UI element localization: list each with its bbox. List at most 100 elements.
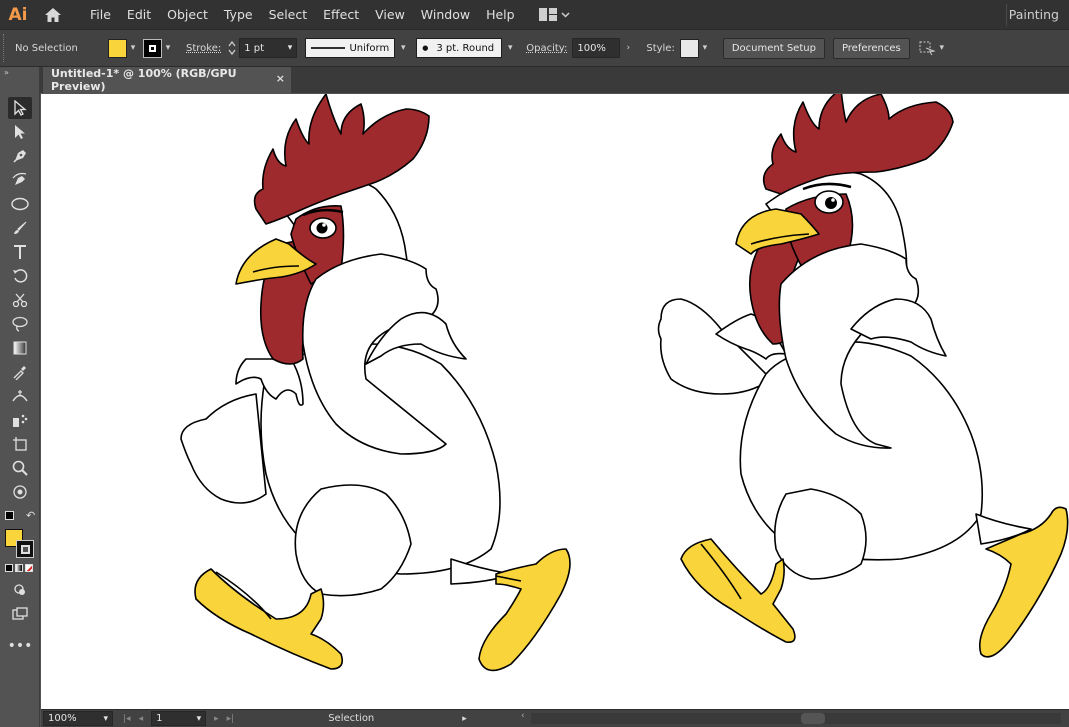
color-mode-icon[interactable] (5, 564, 13, 572)
stroke-dropdown[interactable]: ▾ (162, 43, 174, 53)
arrange-documents-button[interactable] (538, 8, 570, 21)
last-artboard-icon[interactable]: ▸| (227, 714, 235, 724)
close-tab-icon[interactable]: × (276, 72, 285, 85)
artboard-number: 1 (156, 713, 163, 724)
eyedropper-tool-icon[interactable] (8, 361, 32, 383)
brush-label: 3 pt. Round (436, 42, 495, 54)
workspace-switcher[interactable]: Painting (1009, 0, 1059, 29)
menu-type[interactable]: Type (216, 0, 261, 29)
fill-swatch[interactable] (108, 38, 127, 58)
horizontal-scrollbar[interactable]: ‹ (521, 711, 1061, 724)
width-tool-icon[interactable] (8, 385, 32, 407)
stroke-weight-value: 1 pt (244, 42, 265, 54)
rooster-left (180, 94, 571, 672)
stroke-weight-stepper-icon[interactable] (227, 39, 237, 57)
lasso-tool-icon[interactable] (8, 313, 32, 335)
stroke-swatch-inner (20, 544, 30, 554)
chevron-down-icon: ▾ (939, 43, 945, 53)
horizontal-scroll-thumb[interactable] (801, 713, 825, 724)
scroll-left-icon[interactable]: ‹ (521, 711, 525, 721)
pen-tool-icon[interactable] (8, 145, 32, 167)
menu-effect[interactable]: Effect (315, 0, 367, 29)
stroke-weight-field[interactable]: 1 pt ▾ (239, 38, 298, 58)
swap-colors-icon[interactable]: ↶ (26, 509, 35, 522)
left-rooster-thigh (294, 484, 412, 597)
left-rooster-eye-glint (322, 223, 326, 227)
opacity-value: 100% (577, 42, 606, 54)
rotate-tool-icon[interactable] (8, 265, 32, 287)
draw-mode-icon[interactable] (8, 579, 32, 601)
home-icon[interactable] (36, 0, 70, 29)
left-rooster-pupil (316, 222, 328, 234)
stroke-profile-chevron[interactable]: ▾ (397, 43, 409, 53)
menu-edit[interactable]: Edit (119, 0, 159, 29)
symbol-sprayer-tool-icon[interactable] (8, 409, 32, 431)
next-artboard-icon[interactable]: ▸ (214, 714, 219, 724)
menu-window[interactable]: Window (413, 0, 478, 29)
arrange-documents-icon (538, 8, 557, 21)
menu-select[interactable]: Select (261, 0, 316, 29)
menu-bar: Ai File Edit Object Type Select Effect V… (0, 0, 1069, 29)
chevron-down-icon: ▾ (196, 713, 202, 724)
right-rooster-pupil (825, 197, 837, 209)
align-options-button[interactable]: ▾ (918, 40, 948, 56)
preferences-button[interactable]: Preferences (832, 37, 910, 59)
panel-grip[interactable] (3, 34, 9, 62)
document-tab[interactable]: Untitled-1* @ 100% (RGB/GPU Preview) × (43, 67, 291, 93)
left-rooster-foot-back (478, 548, 571, 672)
left-rooster-back-wing (180, 393, 267, 504)
zoom-tool-icon[interactable] (8, 457, 32, 479)
status-menu-icon[interactable]: ▸ (462, 714, 467, 724)
document-tab-title: Untitled-1* @ 100% (RGB/GPU Preview) (51, 67, 237, 93)
curvature-tool-icon[interactable] (8, 169, 32, 191)
selection-status: No Selection (15, 42, 78, 54)
stroke-label[interactable]: Stroke: (186, 43, 221, 54)
type-tool-icon[interactable] (8, 241, 32, 263)
chevron-down-icon (561, 11, 570, 18)
brush-chevron[interactable]: ▾ (504, 43, 516, 53)
menu-help[interactable]: Help (478, 0, 523, 29)
app-logo: Ai (8, 4, 28, 25)
zoom-field[interactable]: 100% ▾ (43, 711, 113, 726)
live-paint-tool-icon[interactable] (8, 481, 32, 503)
menu-view[interactable]: View (367, 0, 413, 29)
more-tools-icon[interactable]: ••• (8, 635, 33, 657)
stroke-color-swatch[interactable] (16, 540, 34, 558)
rooster-right (657, 94, 1069, 658)
selection-tool-icon[interactable] (8, 97, 32, 119)
gradient-mode-icon[interactable] (15, 564, 23, 572)
stroke-profile-dropdown[interactable]: Uniform (305, 38, 396, 58)
opacity-chevron[interactable]: › (622, 43, 634, 53)
artboard-tool-icon[interactable] (8, 433, 32, 455)
document-setup-button[interactable]: Document Setup (722, 37, 825, 59)
brush-dot-icon: ● (422, 44, 429, 52)
scissors-tool-icon[interactable] (8, 289, 32, 311)
style-swatch[interactable] (679, 38, 699, 58)
rooster-artwork (180, 94, 1069, 672)
default-colors-icon[interactable] (5, 511, 14, 520)
color-mode-buttons (5, 564, 33, 572)
status-bar: 100% ▾ |◂ ◂ 1 ▾ ▸ ▸| Selection ▸ ‹ (41, 709, 1069, 727)
ellipse-tool-icon[interactable] (8, 193, 32, 215)
prev-artboard-icon[interactable]: ◂ (139, 714, 144, 724)
uniform-line-icon (311, 47, 346, 49)
screen-mode-icon[interactable] (8, 603, 32, 625)
none-mode-icon[interactable] (25, 564, 33, 572)
opacity-field[interactable]: 100% (572, 38, 621, 58)
menu-file[interactable]: File (82, 0, 119, 29)
gradient-tool-icon[interactable] (8, 337, 32, 359)
direct-selection-tool-icon[interactable] (8, 121, 32, 143)
brush-dropdown[interactable]: ● 3 pt. Round (416, 38, 503, 58)
menu-object[interactable]: Object (159, 0, 216, 29)
artboard-canvas[interactable] (41, 94, 1069, 709)
paintbrush-tool-icon[interactable] (8, 217, 32, 239)
artboard-number-field[interactable]: 1 ▾ (151, 711, 207, 726)
collapse-panel-icon[interactable]: » (4, 68, 9, 77)
first-artboard-icon[interactable]: |◂ (123, 714, 131, 724)
chevron-down-icon: ▾ (287, 43, 293, 53)
stroke-swatch[interactable] (143, 38, 162, 58)
style-chevron[interactable]: ▾ (699, 43, 711, 53)
fill-dropdown[interactable]: ▾ (127, 43, 139, 53)
opacity-label[interactable]: Opacity: (526, 43, 567, 54)
right-rooster-eye-glint (831, 198, 835, 202)
